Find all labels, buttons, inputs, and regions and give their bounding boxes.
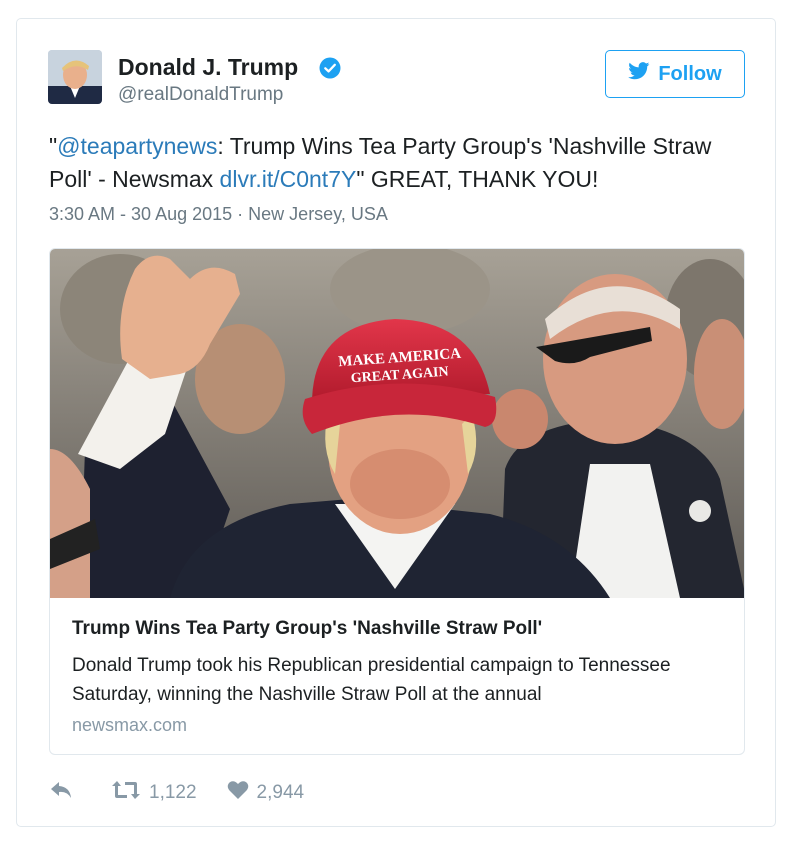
tweet-actions: 1,122 2,944 — [49, 778, 304, 808]
short-url-link[interactable]: dlvr.it/C0nt7Y — [220, 166, 357, 192]
location-link[interactable]: New Jersey, USA — [248, 204, 388, 224]
like-count: 2,944 — [256, 782, 305, 803]
card-image[interactable]: MAKE AMERICA GREAT AGAIN — [50, 249, 744, 598]
link-card[interactable]: MAKE AMERICA GREAT AGAIN Trump Wins Tea … — [49, 248, 745, 755]
mention-link[interactable]: @teapartynews — [57, 133, 217, 159]
twitter-bird-icon — [628, 62, 650, 86]
tweet-meta: 3:30 AM - 30 Aug 2015 · New Jersey, USA — [49, 204, 388, 225]
retweet-action[interactable]: 1,122 — [111, 779, 197, 807]
card-title[interactable]: Trump Wins Tea Party Group's 'Nashville … — [72, 618, 542, 640]
meta-separator: · — [237, 204, 244, 224]
card-domain: newsmax.com — [72, 715, 188, 735]
timestamp-link[interactable]: 3:30 AM - 30 Aug 2015 — [49, 204, 232, 224]
reply-icon — [49, 780, 73, 806]
verified-badge-icon — [319, 57, 341, 79]
card-description: Donald Trump took his Republican preside… — [72, 655, 671, 705]
retweet-icon — [111, 779, 141, 807]
author-name[interactable]: Donald J. Trump — [118, 54, 298, 81]
retweet-count: 1,122 — [149, 782, 197, 803]
heart-icon — [227, 780, 249, 806]
follow-button[interactable]: Follow — [605, 50, 745, 98]
author-handle[interactable]: @realDonaldTrump — [118, 84, 283, 106]
follow-label: Follow — [658, 62, 722, 85]
embedded-tweet: Donald J. Trump @realDonaldTrump Follow … — [16, 18, 776, 827]
reply-action[interactable] — [49, 780, 73, 806]
like-action[interactable]: 2,944 — [227, 780, 305, 806]
avatar[interactable] — [48, 50, 102, 104]
tweet-text: "@teapartynews: Trump Wins Tea Party Gro… — [49, 130, 739, 196]
tweet-text-part2: " GREAT, THANK YOU! — [356, 166, 599, 192]
tweet-text-quote: " — [49, 133, 58, 159]
